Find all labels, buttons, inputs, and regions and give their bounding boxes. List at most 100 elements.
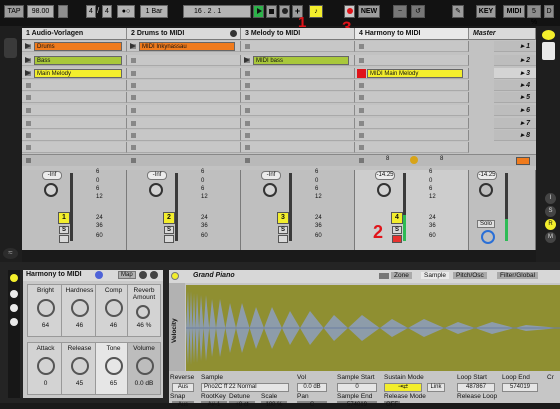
slot-stop-icon[interactable]: [131, 95, 136, 100]
clip-slot[interactable]: [355, 92, 469, 103]
slot-stop-icon[interactable]: [131, 108, 136, 113]
slot-stop-icon[interactable]: [245, 121, 250, 126]
stop-button[interactable]: [266, 5, 277, 18]
slot-stop-icon[interactable]: [245, 133, 250, 138]
slot-stop-icon[interactable]: [26, 83, 31, 88]
show-macros-icon[interactable]: [10, 290, 18, 298]
clip-midi-bass[interactable]: MIDI bass: [253, 56, 349, 65]
pan-knob[interactable]: [149, 183, 163, 197]
scene-launch-8[interactable]: ▸ 8: [494, 130, 536, 141]
solo-button[interactable]: S: [278, 226, 288, 234]
slot-stop-icon[interactable]: [245, 108, 250, 113]
slot-stop-icon[interactable]: [131, 58, 136, 63]
play-icon[interactable]: [25, 70, 31, 76]
slot-stop-icon[interactable]: [359, 145, 364, 150]
tempo-field[interactable]: 98.00: [27, 5, 54, 18]
track-activator[interactable]: 3: [277, 212, 289, 224]
slot-stop-icon[interactable]: [359, 108, 364, 113]
scene-launch-1[interactable]: ▸ 1: [494, 41, 536, 52]
keyboard-midi-button[interactable]: ♪: [309, 5, 323, 18]
device-on-icon[interactable]: [171, 272, 179, 280]
draw-pencil-button[interactable]: ✎: [452, 5, 464, 18]
slot-stop-icon[interactable]: [245, 95, 250, 100]
track-activator[interactable]: 4: [391, 212, 403, 224]
clip-slot[interactable]: [22, 80, 127, 91]
clip-slot-midi-drums[interactable]: MIDI Inkynassau: [127, 41, 241, 52]
clip-slot[interactable]: [241, 41, 355, 52]
nudge-buttons[interactable]: [58, 5, 68, 18]
slot-stop-icon[interactable]: [359, 44, 364, 49]
solo-button[interactable]: S: [392, 226, 402, 234]
help-view-icon[interactable]: ≈: [3, 248, 18, 259]
clip-slot[interactable]: [241, 118, 355, 129]
stop-button-4[interactable]: [359, 158, 364, 163]
slot-stop-icon[interactable]: [26, 95, 31, 100]
loop-start-field[interactable]: 487867: [457, 383, 495, 392]
slot-stop-icon[interactable]: [359, 58, 364, 63]
clip-slot[interactable]: [127, 118, 241, 129]
hot-swap-icon[interactable]: [150, 271, 158, 279]
loop-end-field[interactable]: 574019: [502, 383, 538, 392]
clip-slot[interactable]: [127, 68, 241, 79]
macro-knob[interactable]: [136, 357, 154, 375]
session-view-button[interactable]: [542, 42, 555, 60]
arm-button[interactable]: [164, 235, 174, 243]
clip-slot-midi-bass[interactable]: MIDI bass: [241, 55, 355, 66]
record-clip-icon[interactable]: [357, 69, 366, 78]
clip-slot[interactable]: [241, 68, 355, 79]
clip-slot-midi-main-melody[interactable]: MIDI Main Melody: [355, 68, 469, 79]
slot-stop-icon[interactable]: [26, 145, 31, 150]
solo-button[interactable]: S: [59, 226, 69, 234]
play-icon[interactable]: [25, 57, 31, 63]
slot-stop-icon[interactable]: [359, 83, 364, 88]
clip-slot[interactable]: [241, 142, 355, 153]
show-devices-icon[interactable]: [10, 318, 18, 326]
slot-stop-icon[interactable]: [359, 95, 364, 100]
vol-field[interactable]: 0.0 dB: [297, 383, 327, 392]
clip-bass[interactable]: Bass: [34, 56, 122, 65]
arm-button[interactable]: [392, 235, 402, 243]
mixer-toggle-icon[interactable]: M: [545, 232, 556, 243]
save-preset-icon[interactable]: [139, 271, 147, 279]
clip-slot[interactable]: [355, 142, 469, 153]
pan-knob[interactable]: [377, 183, 391, 197]
stop-button-3[interactable]: [245, 158, 250, 163]
clip-slot-bass[interactable]: Bass: [22, 55, 127, 66]
macro-volume[interactable]: Volume 0.0 dB: [127, 342, 161, 395]
clip-slot[interactable]: [127, 142, 241, 153]
solo-label[interactable]: Solo: [477, 220, 496, 228]
link-button[interactable]: Link: [427, 383, 445, 392]
macro-knob[interactable]: [71, 299, 89, 317]
show-chain-icon[interactable]: [10, 304, 18, 312]
slot-stop-icon[interactable]: [245, 145, 250, 150]
track-activator[interactable]: 2: [163, 212, 175, 224]
slot-stop-icon[interactable]: [131, 133, 136, 138]
stop-all-clips-button[interactable]: [516, 157, 530, 165]
track-header-1[interactable]: 1 Audio-Vorlagen: [22, 28, 127, 40]
macro-knob[interactable]: [71, 357, 89, 375]
record-button[interactable]: [279, 5, 290, 18]
master-volume-readout[interactable]: -14.25: [477, 171, 497, 180]
clip-slot[interactable]: [127, 105, 241, 116]
macro-knob[interactable]: [105, 299, 123, 317]
macro-knob[interactable]: [105, 357, 123, 375]
macro-reverb-amount[interactable]: Reverb Amount 46 %: [127, 284, 161, 337]
scene-launch-6[interactable]: ▸ 6: [494, 105, 536, 116]
master-header[interactable]: Master: [469, 28, 536, 40]
volume-readout[interactable]: -14.25: [375, 171, 395, 180]
slot-stop-icon[interactable]: [131, 71, 136, 76]
stop-button-1[interactable]: [26, 158, 31, 163]
slot-stop-icon[interactable]: [26, 133, 31, 138]
new-button[interactable]: NEW: [358, 5, 380, 18]
clip-slot[interactable]: [127, 92, 241, 103]
session-view-toggle-icon[interactable]: [542, 30, 555, 40]
clip-slot[interactable]: [355, 55, 469, 66]
slot-stop-icon[interactable]: [245, 83, 250, 88]
macro-knob[interactable]: [37, 357, 55, 375]
clip-slot[interactable]: [22, 130, 127, 141]
key-map-button[interactable]: KEY: [476, 5, 496, 18]
clip-slot[interactable]: [355, 118, 469, 129]
map-button[interactable]: Map: [118, 271, 136, 279]
solo-button[interactable]: S: [164, 226, 174, 234]
draw-mode-button[interactable]: ~: [393, 5, 407, 18]
